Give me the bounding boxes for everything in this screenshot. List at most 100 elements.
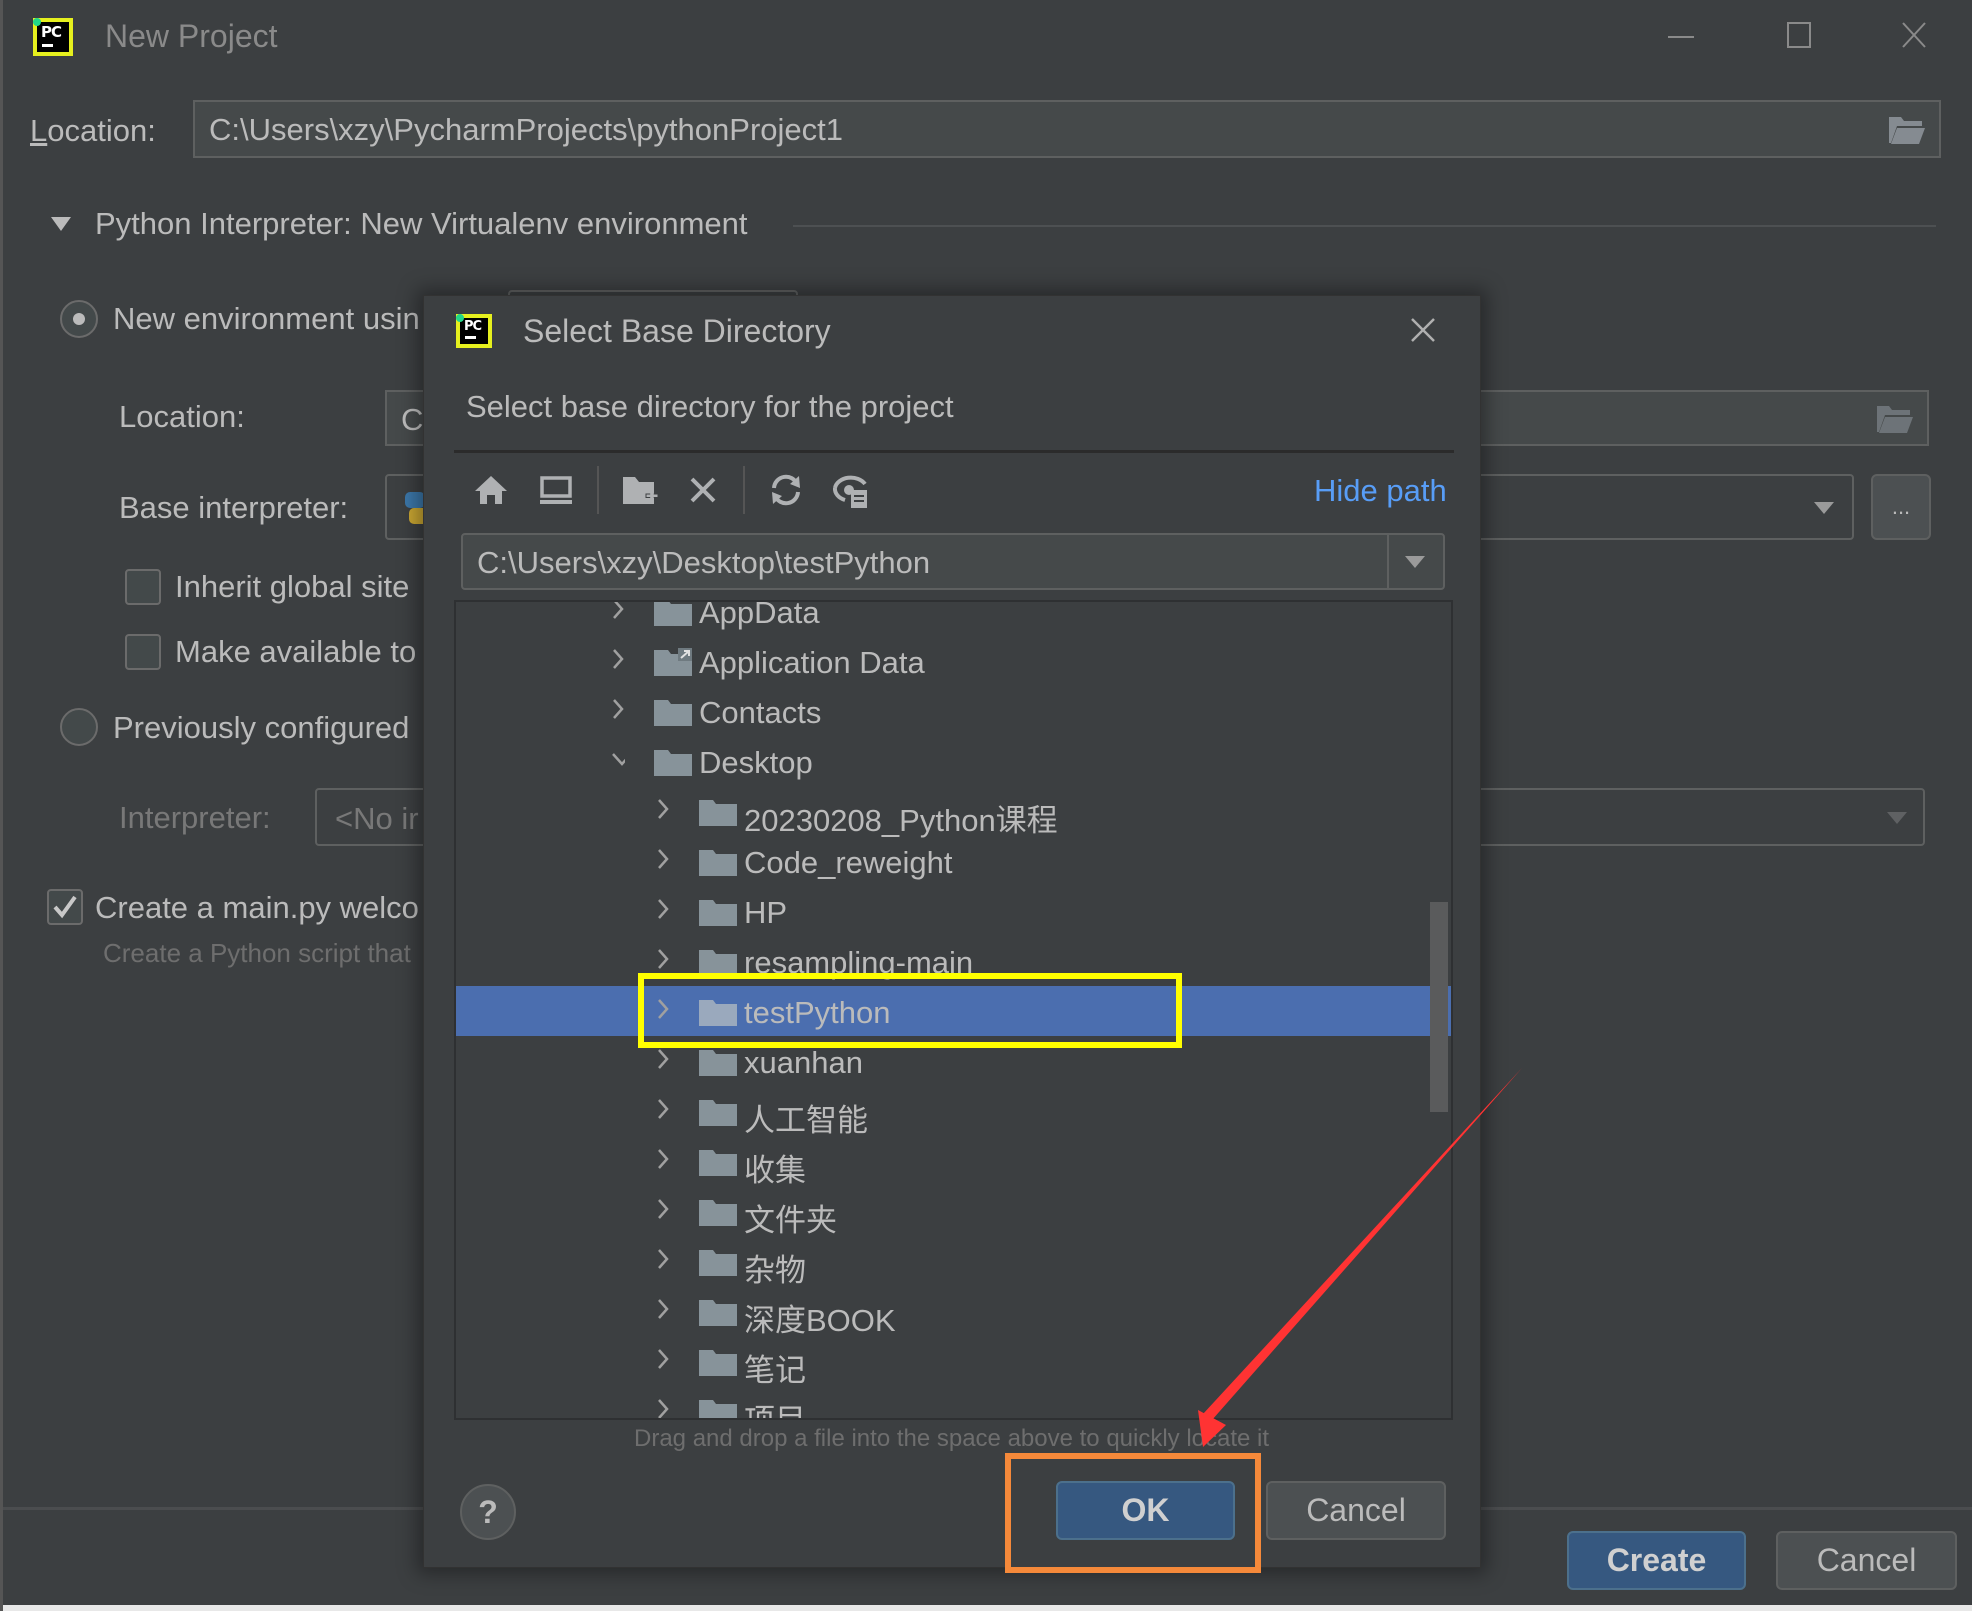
close-window-button[interactable]	[1892, 14, 1938, 60]
new-environment-radio[interactable]	[60, 300, 98, 338]
home-icon[interactable]	[471, 470, 511, 510]
chevron-right-icon[interactable]	[656, 1148, 670, 1170]
tree-row[interactable]: 项目	[456, 1386, 1451, 1420]
tree-row[interactable]: xuanhan	[456, 1036, 1451, 1086]
location-label: Location:	[30, 113, 156, 148]
tree-row[interactable]: Desktop	[456, 736, 1451, 786]
new-folder-icon[interactable]	[620, 470, 660, 510]
chevron-right-icon[interactable]	[656, 1398, 670, 1420]
refresh-icon[interactable]	[766, 470, 806, 510]
help-button[interactable]: ?	[460, 1484, 516, 1540]
radio-dot	[73, 313, 85, 325]
dialog-close-button[interactable]	[1403, 310, 1443, 350]
chevron-right-icon[interactable]	[656, 798, 670, 820]
create-main-checkbox[interactable]	[47, 889, 83, 925]
chevron-right-icon[interactable]	[656, 898, 670, 920]
delete-icon[interactable]	[683, 470, 723, 510]
tree-row-label: 20230208_Python课程	[744, 803, 1058, 838]
previously-configured-radio[interactable]	[60, 708, 98, 746]
combo-divider	[1387, 535, 1389, 588]
location-input[interactable]: C:\Users\xzy\PycharmProjects\pythonProje…	[193, 100, 1941, 158]
chevron-down-icon[interactable]	[1405, 556, 1425, 568]
tree-row[interactable]: 文件夹	[456, 1186, 1451, 1238]
chevron-right-icon[interactable]	[611, 648, 625, 670]
folder-icon	[699, 800, 737, 826]
interpreter-section-header[interactable]: Python Interpreter: New Virtualenv envir…	[95, 208, 747, 239]
browse-interpreter-button[interactable]: ...	[1871, 474, 1931, 540]
desktop-icon[interactable]	[536, 470, 576, 510]
folder-icon	[699, 1000, 737, 1026]
tree-row-label: 文件夹	[744, 1203, 837, 1238]
collapse-triangle-icon[interactable]	[49, 215, 73, 233]
chevron-right-icon[interactable]	[656, 1198, 670, 1220]
tree-row-label: testPython	[744, 995, 891, 1030]
folder-icon	[699, 850, 737, 876]
inherit-site-packages-checkbox[interactable]	[125, 569, 161, 605]
minimize-button[interactable]	[1658, 14, 1704, 60]
tree-row-label: xuanhan	[744, 1045, 863, 1080]
tree-row-label: Desktop	[699, 745, 813, 780]
chevron-right-icon[interactable]	[656, 848, 670, 870]
directory-tree[interactable]: AppData Application Data Contacts Desktop 20…	[454, 600, 1453, 1420]
chevron-right-icon[interactable]	[656, 948, 670, 970]
base-interpreter-label: Base interpreter:	[119, 490, 349, 525]
chevron-right-icon[interactable]	[656, 1048, 670, 1070]
tree-row[interactable]: Application Data	[456, 636, 1451, 686]
interpreter-label: Interpreter:	[119, 800, 271, 835]
chevron-down-icon	[1814, 502, 1834, 514]
browse-folder-icon[interactable]	[1887, 115, 1927, 145]
main-cancel-button[interactable]: Cancel	[1776, 1531, 1957, 1590]
chevron-right-icon[interactable]	[656, 1248, 670, 1270]
tree-scrollbar[interactable]	[1430, 902, 1448, 1112]
tree-row[interactable]: HP	[456, 886, 1451, 936]
folder-icon	[699, 1200, 737, 1226]
tree-row[interactable]: Contacts	[456, 686, 1451, 736]
tree-row[interactable]: 人工智能	[456, 1086, 1451, 1138]
hide-path-link[interactable]: Hide path	[1314, 475, 1447, 506]
tree-row-label: 笔记	[744, 1353, 806, 1388]
dialog-divider	[454, 450, 1454, 453]
env-location-label: Location:	[119, 399, 245, 434]
ok-button[interactable]: OK	[1056, 1481, 1235, 1540]
folder-icon	[699, 1400, 737, 1418]
folder-icon	[654, 602, 692, 626]
chevron-right-icon[interactable]	[656, 1348, 670, 1370]
chevron-right-icon[interactable]	[611, 600, 625, 620]
make-available-label: Make available to	[175, 634, 417, 669]
browse-folder-icon[interactable]	[1875, 404, 1915, 434]
dialog-title: Select Base Directory	[523, 313, 831, 349]
create-main-description: Create a Python script that	[103, 938, 411, 968]
maximize-button[interactable]	[1775, 14, 1821, 60]
tree-row[interactable]: resampling-main	[456, 936, 1451, 986]
tree-row[interactable]: testPython	[456, 986, 1451, 1036]
tree-row[interactable]: 20230208_Python课程	[456, 786, 1451, 838]
path-combobox[interactable]: C:\Users\xzy\Desktop\testPython	[461, 533, 1445, 590]
close-icon	[1902, 22, 1926, 48]
chevron-right-icon[interactable]	[656, 998, 670, 1020]
checkmark-icon	[53, 895, 77, 919]
tree-row[interactable]: 收集	[456, 1136, 1451, 1188]
chevron-down-icon	[1887, 812, 1907, 824]
tree-row-label: Contacts	[699, 695, 822, 730]
folder-icon	[654, 750, 692, 776]
dialog-cancel-button[interactable]: Cancel	[1266, 1481, 1446, 1540]
create-button[interactable]: Create	[1567, 1531, 1746, 1590]
folder-icon	[699, 1150, 737, 1176]
tree-row[interactable]: 笔记	[456, 1336, 1451, 1388]
pycharm-logo-icon: PC	[33, 18, 73, 56]
tree-row[interactable]: AppData	[456, 600, 1451, 636]
chevron-right-icon[interactable]	[611, 698, 625, 720]
chevron-right-icon[interactable]	[656, 1098, 670, 1120]
chevron-right-icon[interactable]	[656, 1298, 670, 1320]
maximize-icon	[1787, 22, 1811, 48]
interpreter-value: <No ir	[335, 801, 419, 836]
tree-row[interactable]: Code_reweight	[456, 836, 1451, 886]
folder-icon	[699, 950, 737, 976]
folder-icon	[699, 1050, 737, 1076]
tree-row[interactable]: 杂物	[456, 1236, 1451, 1288]
tree-row[interactable]: 深度BOOK	[456, 1286, 1451, 1338]
inherit-site-packages-label: Inherit global site	[175, 569, 410, 604]
make-available-checkbox[interactable]	[125, 634, 161, 670]
chevron-down-icon[interactable]	[611, 748, 625, 770]
show-hidden-files-icon[interactable]	[831, 470, 871, 510]
